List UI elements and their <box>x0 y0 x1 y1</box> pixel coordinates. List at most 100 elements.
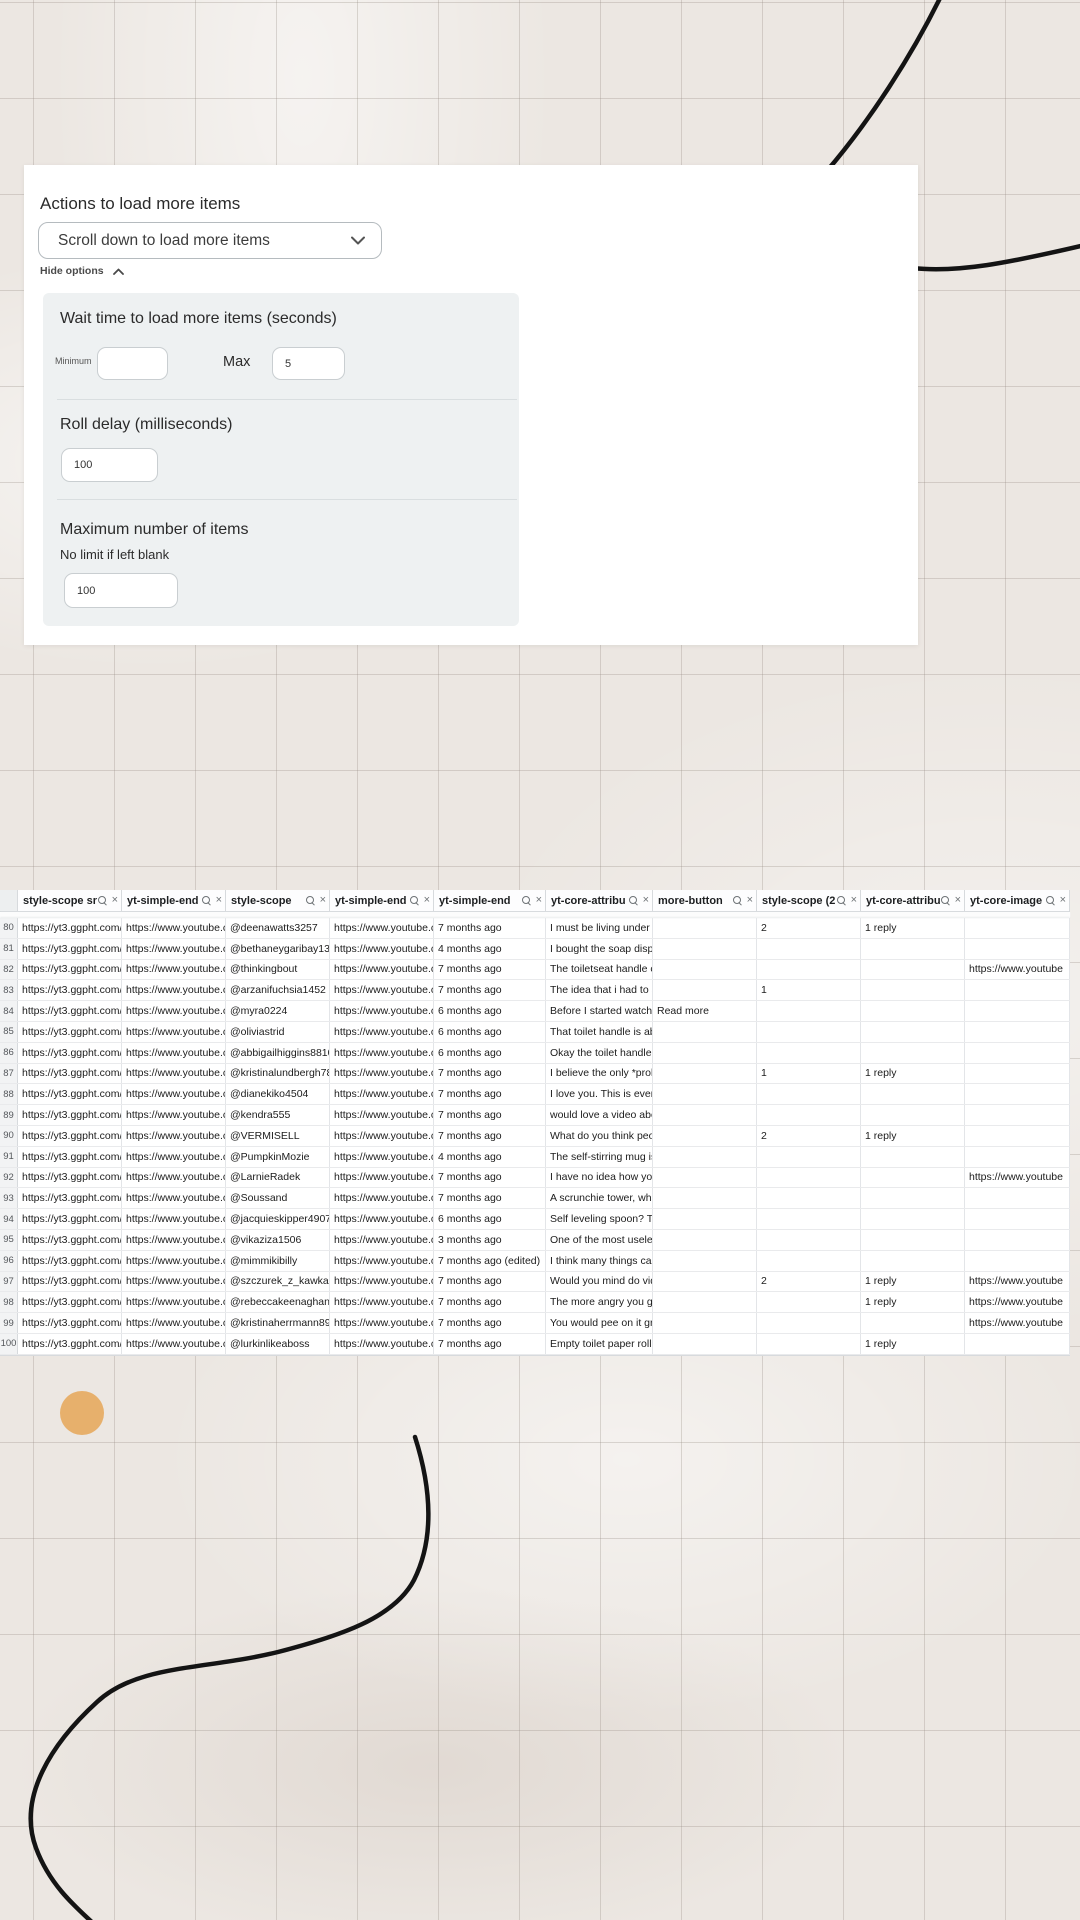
remove-column-icon[interactable]: × <box>320 895 326 906</box>
table-cell <box>757 1001 861 1021</box>
table-cell: That toilet handle is ab <box>546 1022 653 1042</box>
table-cell: @bethaneygaribay130 <box>226 939 330 959</box>
search-icon[interactable] <box>733 896 743 906</box>
remove-column-icon[interactable]: × <box>112 895 118 906</box>
table-cell: https://yt3.ggpht.com/ <box>18 1313 122 1333</box>
remove-column-icon[interactable]: × <box>955 895 961 906</box>
search-icon[interactable] <box>98 896 108 906</box>
table-cell: 2 <box>757 1272 861 1292</box>
wait-time-min-input[interactable] <box>97 347 168 380</box>
row-number: 91 <box>0 1147 18 1167</box>
orange-dot <box>60 1391 104 1435</box>
column-header[interactable]: style-scope sr× <box>18 890 122 911</box>
row-number: 86 <box>0 1043 18 1063</box>
table-row: 91https://yt3.ggpht.com/https://www.yout… <box>0 1147 1070 1168</box>
search-icon[interactable] <box>202 896 212 906</box>
table-cell: I love you. This is every <box>546 1084 653 1104</box>
table-cell <box>653 1022 757 1042</box>
table-cell: https://www.youtube.c <box>330 1313 434 1333</box>
table-cell: @abbigailhiggins8810 <box>226 1043 330 1063</box>
search-icon[interactable] <box>410 896 420 906</box>
table-cell <box>861 1168 965 1188</box>
column-header[interactable]: yt-simple-end× <box>122 890 226 911</box>
table-header: style-scope sr×yt-simple-end×style-scope… <box>0 890 1070 912</box>
table-cell <box>757 1251 861 1271</box>
s-curve-bottom <box>31 1437 429 1920</box>
row-number: 97 <box>0 1272 18 1292</box>
column-header[interactable]: yt-core-image× <box>965 890 1070 911</box>
remove-column-icon[interactable]: × <box>216 895 222 906</box>
search-icon[interactable] <box>306 896 316 906</box>
wait-time-max-input[interactable] <box>272 347 345 380</box>
table-cell <box>965 1043 1070 1063</box>
table-cell <box>757 1292 861 1312</box>
diagonal-line-top <box>826 0 943 172</box>
table-cell: 1 <box>757 1064 861 1084</box>
max-items-input[interactable] <box>64 573 178 608</box>
table-cell: 1 reply <box>861 1292 965 1312</box>
remove-column-icon[interactable]: × <box>851 895 857 906</box>
table-cell: @PumpkinMozie <box>226 1147 330 1167</box>
table-cell <box>653 1230 757 1250</box>
table-cell <box>861 939 965 959</box>
table-cell <box>965 1334 1070 1354</box>
search-icon[interactable] <box>1046 896 1056 906</box>
table-cell: https://www.youtube.c <box>330 980 434 1000</box>
table-cell: https://www.youtube.c <box>330 1251 434 1271</box>
table-cell <box>757 1334 861 1354</box>
table-cell: https://yt3.ggpht.com/ <box>18 1292 122 1312</box>
table-cell <box>653 1188 757 1208</box>
column-header[interactable]: yt-core-attribu× <box>861 890 965 911</box>
table-cell: 7 months ago <box>434 1168 546 1188</box>
table-cell: The more angry you ge <box>546 1292 653 1312</box>
hide-options-toggle[interactable]: Hide options <box>40 265 124 277</box>
load-more-action-dropdown[interactable]: Scroll down to load more items <box>38 222 382 259</box>
column-header[interactable]: more-button× <box>653 890 757 911</box>
row-number: 89 <box>0 1105 18 1125</box>
table-cell: @VERMISELL <box>226 1126 330 1146</box>
remove-column-icon[interactable]: × <box>643 895 649 906</box>
table-row: 97https://yt3.ggpht.com/https://www.yout… <box>0 1272 1070 1293</box>
table-cell: 6 months ago <box>434 1043 546 1063</box>
table-cell: https://yt3.ggpht.com/ <box>18 918 122 938</box>
remove-column-icon[interactable]: × <box>1060 895 1066 906</box>
remove-column-icon[interactable]: × <box>536 895 542 906</box>
table-cell: https://www.youtube.c <box>122 1001 226 1021</box>
table-cell <box>653 1251 757 1271</box>
table-cell <box>757 939 861 959</box>
chevron-down-icon <box>351 236 365 245</box>
table-cell: The idea that i had to s <box>546 980 653 1000</box>
table-cell: https://www.youtube.c <box>122 1272 226 1292</box>
table-row: 95https://yt3.ggpht.com/https://www.yout… <box>0 1230 1070 1251</box>
table-cell <box>965 1209 1070 1229</box>
table-cell <box>757 960 861 980</box>
table-cell: @szczurek_z_kawka <box>226 1272 330 1292</box>
table-cell: https://www.youtube.c <box>330 960 434 980</box>
clipped-row <box>0 912 1070 918</box>
search-icon[interactable] <box>837 896 847 906</box>
column-header[interactable]: yt-core-attribu× <box>546 890 653 911</box>
table-cell: https://www.youtube.c <box>330 1126 434 1146</box>
column-header[interactable]: yt-simple-end× <box>330 890 434 911</box>
table-cell: https://yt3.ggpht.com/ <box>18 1251 122 1271</box>
remove-column-icon[interactable]: × <box>747 895 753 906</box>
table-cell: https://yt3.ggpht.com/ <box>18 1147 122 1167</box>
column-header[interactable]: yt-simple-end× <box>434 890 546 911</box>
table-cell: Okay the toilet handle <box>546 1043 653 1063</box>
remove-column-icon[interactable]: × <box>424 895 430 906</box>
table-cell <box>757 1313 861 1333</box>
header-corner-cell <box>0 890 18 911</box>
table-cell: https://yt3.ggpht.com/ <box>18 1272 122 1292</box>
column-header[interactable]: style-scope (2× <box>757 890 861 911</box>
table-cell <box>653 1147 757 1167</box>
roll-delay-input[interactable] <box>61 448 158 482</box>
column-header[interactable]: style-scope× <box>226 890 330 911</box>
search-icon[interactable] <box>941 896 951 906</box>
max-label: Max <box>223 354 250 370</box>
table-cell: https://www.youtube.c <box>122 1168 226 1188</box>
table-row: 86https://yt3.ggpht.com/https://www.yout… <box>0 1043 1070 1064</box>
search-icon[interactable] <box>522 896 532 906</box>
search-icon[interactable] <box>629 896 639 906</box>
row-number: 82 <box>0 960 18 980</box>
table-cell: I have no idea how you <box>546 1168 653 1188</box>
